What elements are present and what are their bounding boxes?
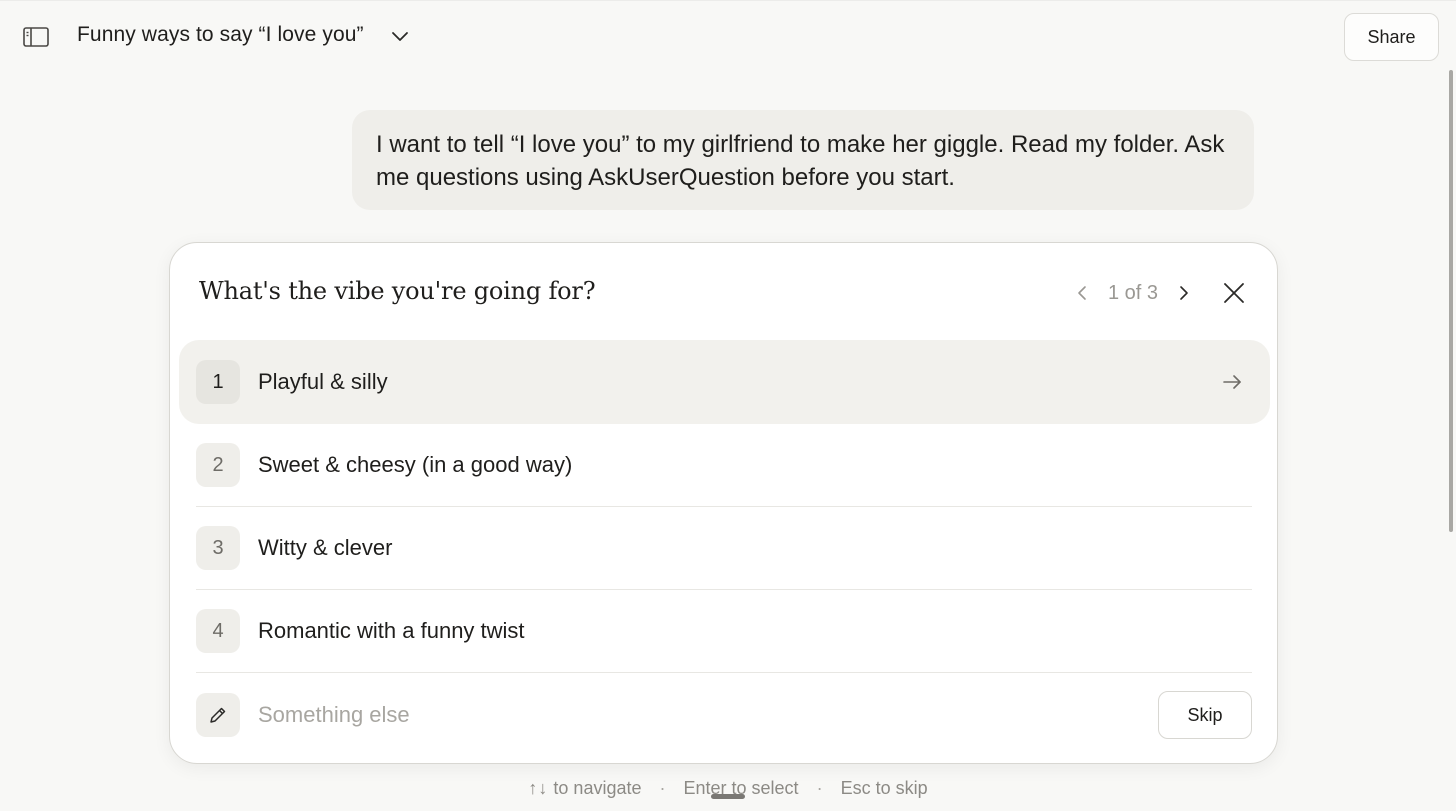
option-label: Witty & clever bbox=[258, 535, 393, 560]
close-icon[interactable] bbox=[1220, 279, 1248, 307]
hint-separator: · bbox=[816, 777, 823, 798]
question-pager: 1 of 3 bbox=[1070, 279, 1196, 307]
option-2[interactable]: 2 Sweet & cheesy (in a good way) bbox=[196, 423, 1252, 507]
option-number: 4 bbox=[196, 609, 240, 653]
hint-separator: · bbox=[659, 777, 666, 798]
option-1[interactable]: 1 Playful & silly bbox=[179, 340, 1270, 424]
divider bbox=[196, 672, 1252, 673]
option-number: 2 bbox=[196, 443, 240, 487]
other-answer-row: Skip bbox=[196, 689, 1252, 741]
scrollbar-thumb[interactable] bbox=[1449, 70, 1453, 532]
pencil-icon bbox=[196, 693, 240, 737]
skip-button[interactable]: Skip bbox=[1158, 691, 1252, 739]
something-else-input[interactable] bbox=[258, 695, 1118, 735]
option-4[interactable]: 4 Romantic with a funny twist bbox=[196, 589, 1252, 673]
ask-user-question-card: What's the vibe you're going for? 1 of 3… bbox=[169, 242, 1278, 764]
arrow-right-icon bbox=[1220, 370, 1244, 394]
chevron-right-icon[interactable] bbox=[1172, 281, 1196, 305]
user-message: I want to tell “I love you” to my girlfr… bbox=[352, 110, 1254, 210]
navigate-hint: ↑↓ to navigate bbox=[528, 777, 642, 798]
pager-count: 1 of 3 bbox=[1108, 281, 1159, 304]
option-label: Sweet & cheesy (in a good way) bbox=[258, 452, 573, 477]
drag-handle[interactable] bbox=[711, 794, 745, 799]
option-number: 3 bbox=[196, 526, 240, 570]
chevron-down-icon[interactable] bbox=[388, 25, 412, 49]
skip-hint: Esc to skip bbox=[840, 777, 928, 798]
option-label: Romantic with a funny twist bbox=[258, 618, 525, 643]
chevron-left-icon[interactable] bbox=[1070, 281, 1094, 305]
question-title: What's the vibe you're going for? bbox=[199, 277, 596, 305]
option-number: 1 bbox=[196, 360, 240, 404]
sidebar-toggle-icon[interactable] bbox=[22, 25, 50, 49]
up-down-arrows-icon: ↑↓ bbox=[528, 777, 549, 798]
share-button[interactable]: Share bbox=[1344, 13, 1439, 61]
chat-title[interactable]: Funny ways to say “I love you” bbox=[77, 23, 364, 47]
option-label: Playful & silly bbox=[258, 369, 388, 394]
top-bar: Funny ways to say “I love you” Share bbox=[0, 0, 1456, 72]
option-3[interactable]: 3 Witty & clever bbox=[196, 506, 1252, 590]
